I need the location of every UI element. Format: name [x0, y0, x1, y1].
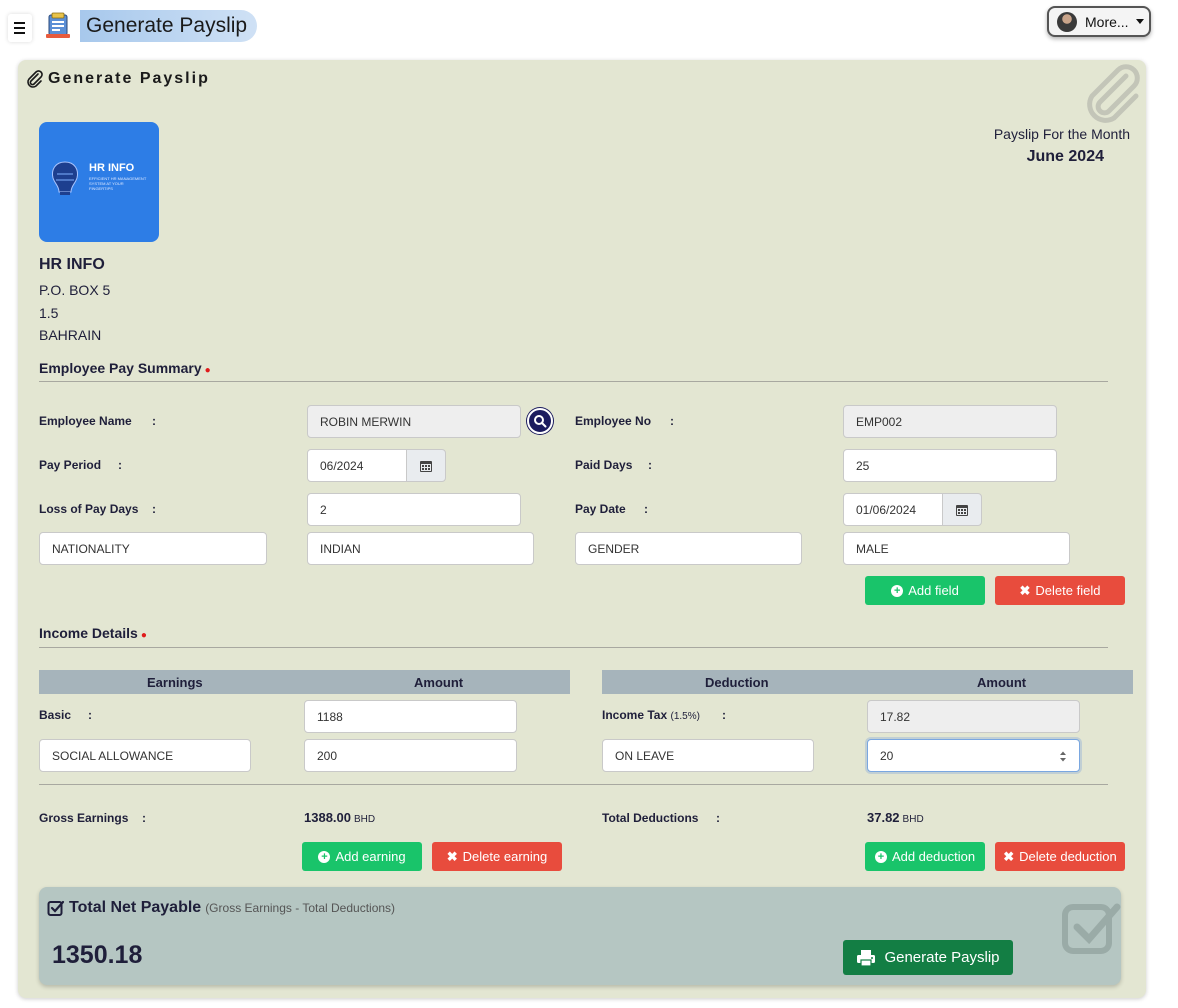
add-field-button[interactable]: + Add field	[865, 576, 985, 605]
income-tax-label: Income Tax (1.5%)	[602, 708, 700, 722]
divider	[39, 647, 1108, 648]
generate-payslip-button[interactable]: Generate Payslip	[843, 940, 1013, 975]
hamburger-icon	[14, 22, 25, 24]
payslip-icon	[46, 12, 70, 38]
pay-period-field[interactable]: 06/2024	[307, 449, 407, 482]
logo-subtitle: EFFICIENT HR MANAGEMENT SYSTEM AT YOUR F…	[89, 176, 147, 191]
printer-icon	[857, 949, 876, 967]
deduction-amount-input[interactable]: 20	[867, 739, 1080, 772]
income-details-title: Income Details ●	[39, 625, 147, 641]
deduction-name-input[interactable]: ON LEAVE	[602, 739, 814, 772]
net-payable-subtitle: (Gross Earnings - Total Deductions)	[205, 901, 396, 915]
close-icon: ✖	[1003, 848, 1015, 864]
currency-label: BHD	[902, 814, 924, 825]
deduction-header: Deduction	[705, 674, 769, 690]
more-label: More...	[1085, 13, 1129, 30]
check-square-watermark-icon	[1062, 903, 1121, 954]
calendar-icon	[420, 460, 432, 472]
plus-circle-icon: +	[318, 850, 331, 863]
paid-days-field[interactable]: 25	[843, 449, 1057, 482]
employee-pay-summary-title: Employee Pay Summary ●	[39, 360, 211, 376]
net-payable-value: 1350.18	[52, 941, 143, 969]
pay-period-calendar-button[interactable]	[406, 449, 446, 482]
basic-amount-field[interactable]: 1188	[304, 700, 517, 733]
company-address-line1: P.O. BOX 5	[39, 282, 111, 298]
income-tax-rate: (1.5%)	[670, 711, 700, 722]
gross-earnings-value: 1388.00 BHD	[304, 810, 376, 825]
close-icon: ✖	[1019, 582, 1031, 598]
total-deductions-value: 37.82 BHD	[867, 810, 924, 825]
custom-field-value-input[interactable]: MALE	[843, 532, 1070, 565]
earnings-table-header: Earnings Amount	[39, 670, 570, 694]
total-deductions-label: Total Deductions	[602, 811, 699, 825]
paperclip-icon	[27, 70, 43, 88]
earning-name-input[interactable]: SOCIAL ALLOWANCE	[39, 739, 251, 772]
income-tax-amount-field[interactable]: 17.82	[867, 700, 1080, 733]
menu-toggle-button[interactable]	[8, 14, 32, 42]
deduction-amount-header: Amount	[977, 674, 1027, 690]
search-icon	[534, 415, 547, 428]
add-deduction-button[interactable]: + Add deduction	[865, 842, 985, 871]
caret-down-icon	[1135, 19, 1144, 24]
net-payable-title: Total Net Payable (Gross Earnings - Tota…	[47, 899, 395, 917]
pay-period-label: Pay Period	[39, 458, 102, 472]
page-title: Generate Payslip	[80, 10, 258, 42]
gross-earnings-label: Gross Earnings	[39, 811, 129, 825]
basic-label: Basic	[39, 708, 72, 722]
pay-date-label: Pay Date	[575, 502, 626, 516]
delete-deduction-button[interactable]: ✖ Delete deduction	[995, 842, 1125, 871]
payslip-for-label: Payslip For the Month	[993, 126, 1130, 142]
close-icon: ✖	[446, 848, 458, 864]
net-payable-box: Total Net Payable (Gross Earnings - Tota…	[39, 887, 1121, 985]
user-avatar	[1057, 11, 1077, 32]
panel-heading-text: Generate Payslip	[48, 70, 210, 87]
earnings-amount-header: Amount	[414, 674, 464, 690]
company-address-line3: BAHRAIN	[39, 327, 102, 343]
company-address-line2: 1.5	[39, 305, 59, 321]
earning-amount-input[interactable]: 200	[304, 739, 517, 772]
currency-label: BHD	[354, 814, 376, 825]
company-name: HR INFO	[39, 256, 105, 273]
check-square-icon	[47, 900, 65, 916]
delete-earning-button[interactable]: ✖ Delete earning	[432, 842, 562, 871]
required-dot-icon: ●	[204, 365, 211, 376]
pay-date-calendar-button[interactable]	[942, 493, 982, 526]
employee-no-field[interactable]: EMP002	[843, 405, 1057, 438]
required-dot-icon: ●	[140, 630, 147, 641]
paid-days-label: Paid Days	[575, 458, 633, 472]
delete-field-button[interactable]: ✖ Delete field	[995, 576, 1125, 605]
payslip-month: June 2024	[1026, 148, 1104, 165]
add-earning-button[interactable]: + Add earning	[302, 842, 422, 871]
logo-emblem-icon	[52, 161, 78, 195]
divider	[39, 381, 1108, 382]
employee-name-field[interactable]: ROBIN MERWIN	[307, 405, 521, 438]
plus-circle-icon: +	[874, 850, 887, 863]
number-spinner-icon[interactable]	[1059, 750, 1067, 763]
logo-title: HR INFO	[89, 162, 135, 174]
pay-date-field[interactable]: 01/06/2024	[843, 493, 943, 526]
custom-field-name-input[interactable]: NATIONALITY	[39, 532, 267, 565]
employee-no-label: Employee No	[575, 414, 652, 428]
deduction-table-header: Deduction Amount	[602, 670, 1133, 694]
panel-heading: Generate Payslip	[26, 70, 210, 88]
more-menu-button[interactable]: More...	[1047, 6, 1151, 37]
loss-of-pay-days-label: Loss of Pay Days	[39, 502, 139, 516]
divider	[39, 784, 1108, 785]
employee-search-button[interactable]	[527, 408, 553, 434]
custom-field-value-input[interactable]: INDIAN	[307, 532, 534, 565]
loss-of-pay-days-field[interactable]: 2	[307, 493, 521, 526]
employee-name-label: Employee Name	[39, 414, 132, 428]
payslip-panel: Generate Payslip HR INFO EFFICIENT HR MA…	[18, 60, 1146, 998]
calendar-icon	[956, 504, 968, 516]
paperclip-watermark-icon	[1087, 64, 1140, 123]
company-logo: HR INFO EFFICIENT HR MANAGEMENT SYSTEM A…	[39, 122, 159, 242]
plus-circle-icon: +	[891, 584, 904, 597]
earnings-header: Earnings	[147, 674, 203, 690]
custom-field-name-input[interactable]: GENDER	[575, 532, 802, 565]
